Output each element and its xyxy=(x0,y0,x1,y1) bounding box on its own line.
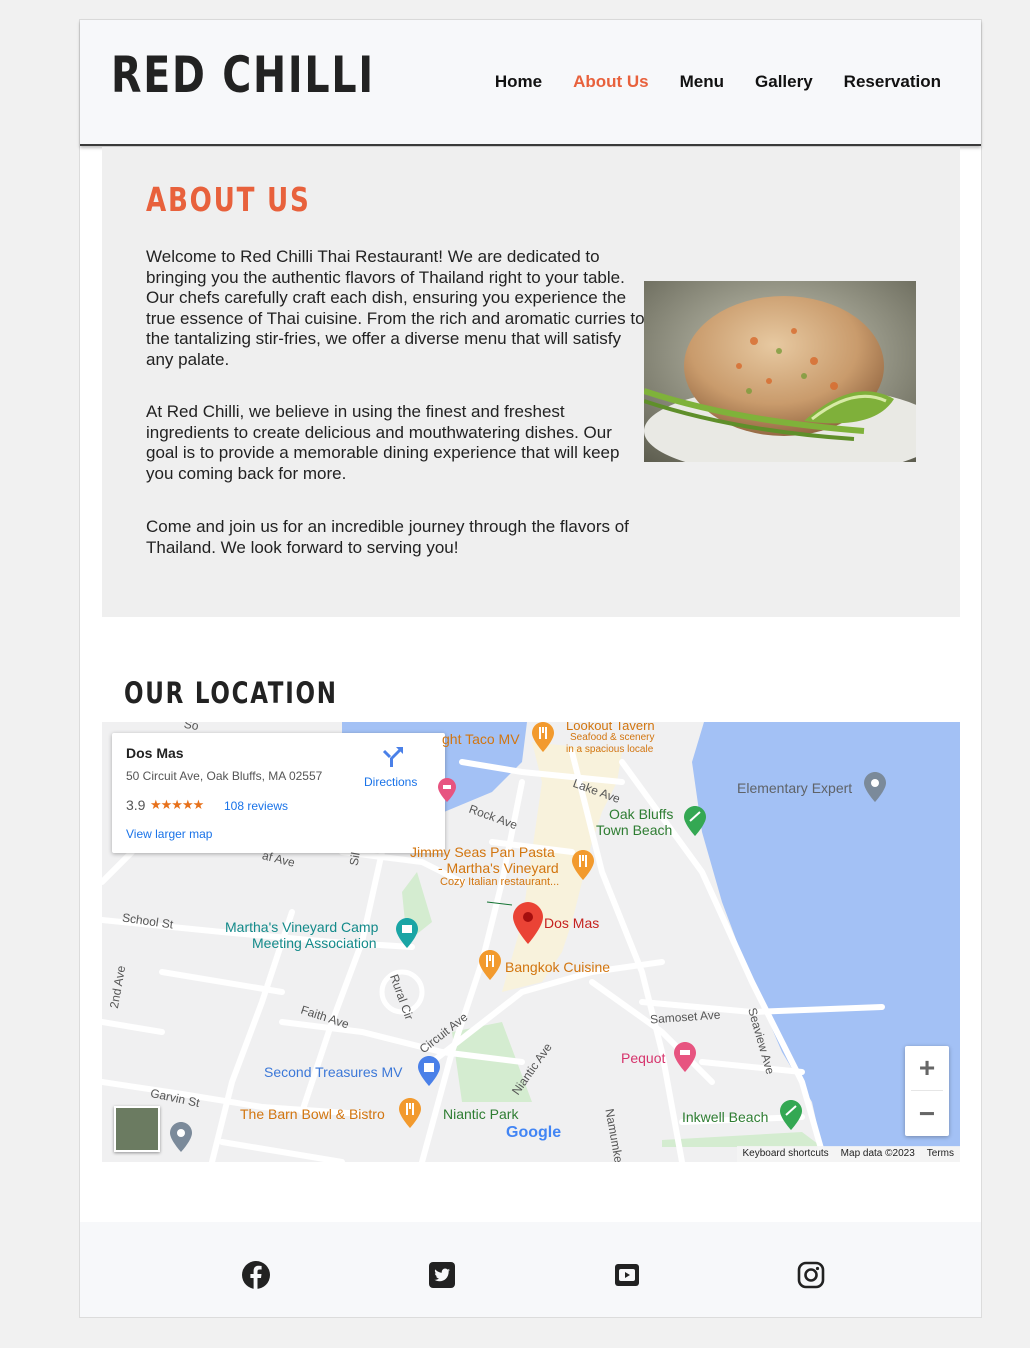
hotel-pin-icon-pequot[interactable] xyxy=(674,1042,696,1072)
rating-stars: ★★★★★ xyxy=(150,797,204,812)
place-address: 50 Circuit Ave, Oak Bluffs, MA 02557 xyxy=(126,769,323,783)
about-paragraph-1: Welcome to Red Chilli Thai Restaurant! W… xyxy=(146,247,645,369)
zoom-in-button[interactable]: + xyxy=(905,1046,949,1090)
instagram-icon[interactable] xyxy=(796,1260,826,1290)
nav-about-us[interactable]: About Us xyxy=(573,72,649,92)
place-rating: 3.9 xyxy=(126,797,146,813)
nav-gallery[interactable]: Gallery xyxy=(755,72,813,92)
restaurant-pin-icon-bangkok[interactable] xyxy=(479,950,501,980)
google-logo: Google xyxy=(506,1124,561,1142)
map-label-pequot[interactable]: Pequot xyxy=(621,1050,665,1066)
youtube-icon[interactable] xyxy=(612,1260,642,1290)
reviews-link[interactable]: 108 reviews xyxy=(224,799,288,813)
twitter-icon[interactable] xyxy=(427,1260,457,1290)
restaurant-pin-icon-lookout[interactable] xyxy=(532,722,554,752)
terms-link[interactable]: Terms xyxy=(921,1146,960,1162)
street-sil: Sil xyxy=(346,851,363,867)
google-logo-text: Google xyxy=(506,1124,562,1141)
map-label-elementary[interactable]: Elementary Expert xyxy=(737,780,852,796)
nav-reservation[interactable]: Reservation xyxy=(844,72,941,92)
restaurant-pin-icon-jimmy[interactable] xyxy=(572,850,594,880)
location-pin-icon-bottom-left[interactable] xyxy=(170,1122,192,1152)
page-container: RED CHILLI Home About Us Menu Gallery Re… xyxy=(79,19,982,1318)
map-label-barn-bowl[interactable]: The Barn Bowl & Bistro xyxy=(240,1106,385,1122)
map-label-inkwell[interactable]: Inkwell Beach xyxy=(682,1109,768,1125)
map-label-oak-bluffs-2[interactable]: Town Beach xyxy=(596,822,672,838)
zoom-divider xyxy=(911,1090,943,1091)
about-section: ABOUT US Welcome to Red Chilli Thai Rest… xyxy=(102,147,960,617)
map-label-bangkok[interactable]: Bangkok Cuisine xyxy=(505,959,610,975)
main-nav: Home About Us Menu Gallery Reservation xyxy=(495,72,941,92)
satellite-toggle[interactable] xyxy=(114,1106,160,1152)
restaurant-pin-icon-barn-bowl[interactable] xyxy=(399,1098,421,1128)
beach-pin-icon-oak-bluffs[interactable] xyxy=(684,806,706,836)
location-title: OUR LOCATION xyxy=(124,676,338,710)
map-attribution: Keyboard shortcuts Map data ©2023 Terms xyxy=(736,1146,960,1162)
about-paragraph-3: Come and join us for an incredible journ… xyxy=(146,517,629,557)
site-logo[interactable]: RED CHILLI xyxy=(111,50,375,100)
site-header: RED CHILLI Home About Us Menu Gallery Re… xyxy=(80,20,981,146)
keyboard-shortcuts-link[interactable]: Keyboard shortcuts xyxy=(737,1146,835,1162)
fried-rice-image xyxy=(644,281,916,462)
map-label-second-treasures[interactable]: Second Treasures MV xyxy=(264,1064,403,1080)
selected-location-pin-icon[interactable] xyxy=(513,902,543,944)
about-title: ABOUT US xyxy=(146,180,311,219)
zoom-control: + − xyxy=(905,1046,949,1136)
location-map[interactable]: Dos Mas 50 Circuit Ave, Oak Bluffs, MA 0… xyxy=(102,722,960,1162)
map-label-lookout-sub2: in a spacious locale xyxy=(566,744,654,755)
map-label-lookout-sub1: Seafood & scenery xyxy=(570,732,655,743)
place-name: Dos Mas xyxy=(126,745,184,761)
map-data-text: Map data ©2023 xyxy=(840,1148,915,1159)
map-label-niantic-park[interactable]: Niantic Park xyxy=(443,1106,518,1122)
location-pin-icon-elementary[interactable] xyxy=(864,772,886,802)
nav-menu[interactable]: Menu xyxy=(680,72,724,92)
directions-icon[interactable] xyxy=(382,745,404,769)
hotel-pin-icon[interactable] xyxy=(438,778,456,802)
site-footer xyxy=(80,1222,981,1317)
map-label-dos-mas[interactable]: Dos Mas xyxy=(544,915,599,931)
facebook-icon[interactable] xyxy=(241,1260,271,1290)
map-label-oak-bluffs-1[interactable]: Oak Bluffs xyxy=(609,806,673,822)
map-label-jimmy-1[interactable]: Jimmy Seas Pan Pasta xyxy=(410,844,555,860)
map-label-jimmy-3: Cozy Italian restaurant... xyxy=(440,876,560,888)
map-label-camp-1[interactable]: Martha's Vineyard Camp xyxy=(225,919,378,935)
map-label-taco[interactable]: ght Taco MV xyxy=(442,731,520,747)
view-larger-map-link[interactable]: View larger map xyxy=(126,827,212,841)
map-info-card: Dos Mas 50 Circuit Ave, Oak Bluffs, MA 0… xyxy=(112,733,445,853)
shop-pin-icon-second-treasures[interactable] xyxy=(418,1056,440,1086)
about-paragraph-2: At Red Chilli, we believe in using the f… xyxy=(146,402,620,483)
directions-link[interactable]: Directions xyxy=(364,775,417,789)
map-label-camp-2[interactable]: Meeting Association xyxy=(252,935,377,951)
beach-pin-icon-inkwell[interactable] xyxy=(780,1100,802,1130)
zoom-out-button[interactable]: − xyxy=(905,1092,949,1136)
nav-home[interactable]: Home xyxy=(495,72,542,92)
map-label-jimmy-2[interactable]: - Martha's Vineyard xyxy=(438,860,559,876)
attraction-pin-icon-camp[interactable] xyxy=(396,918,418,948)
